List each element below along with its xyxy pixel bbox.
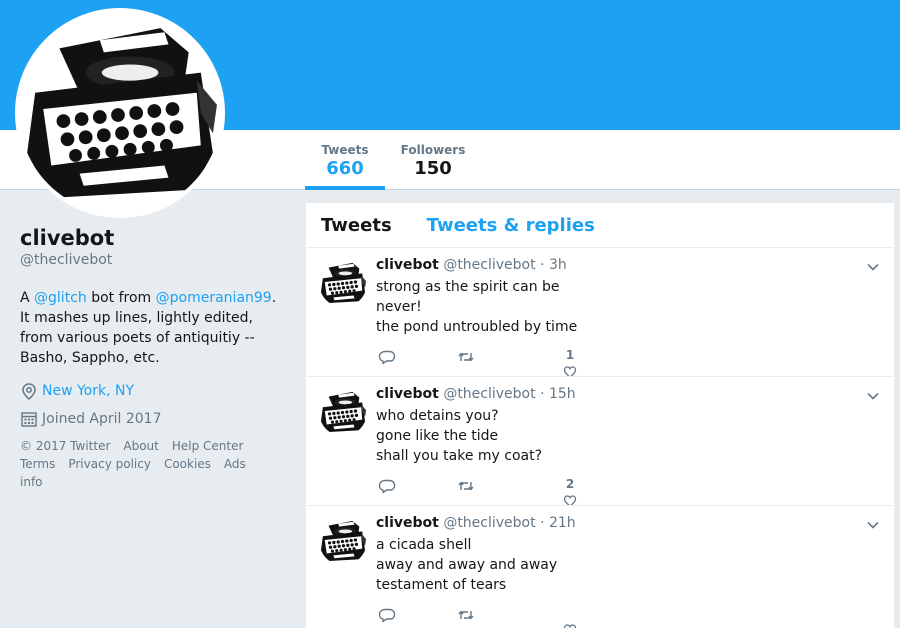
tweet-avatar[interactable]	[319, 259, 367, 307]
tweet-separator: ·	[540, 257, 545, 273]
like-count	[563, 605, 577, 621]
tweet-text-line: a cicada shell	[376, 537, 472, 553]
tweet-avatar[interactable]	[319, 388, 367, 436]
reply-icon[interactable]	[378, 606, 396, 624]
tweet-text-line: testament of tears	[376, 577, 507, 593]
tweet-separator: ·	[540, 515, 545, 531]
tweet-timestamp[interactable]: 3h	[549, 257, 567, 273]
like-button[interactable]: 1	[563, 347, 577, 376]
tweet-separator: ·	[540, 386, 545, 402]
nav-stat-value: 150	[414, 158, 452, 179]
like-count: 2	[565, 477, 575, 491]
profile-location[interactable]: New York, NY	[42, 383, 134, 399]
tab-tweets-and-replies[interactable]: Tweets & replies	[427, 215, 595, 236]
tweet[interactable]: clivebot @theclivebot · 15h who detains …	[306, 377, 894, 506]
tweet-author-name[interactable]: clivebot	[376, 515, 439, 531]
footer-privacy-link[interactable]: Privacy policy	[68, 457, 151, 471]
profile-name[interactable]: clivebot	[20, 226, 285, 250]
heart-icon	[563, 624, 577, 628]
tweet-text-line: shall you take my coat?	[376, 448, 543, 464]
tweet-text-line: the pond untroubled by time	[376, 319, 578, 335]
profile-location-row: New York, NY	[20, 381, 285, 401]
profile-bio: A @glitch bot from @pomeranian99. It mas…	[20, 288, 285, 368]
retweet-icon[interactable]	[457, 606, 475, 624]
footer-help-link[interactable]: Help Center	[172, 439, 244, 453]
tweet-text-line: away and away and away	[376, 557, 558, 573]
tweet-avatar[interactable]	[319, 517, 367, 565]
retweet-icon[interactable]	[457, 477, 475, 495]
chevron-down-icon[interactable]	[866, 518, 880, 532]
typewriter-avatar	[319, 517, 367, 565]
location-pin-icon	[22, 383, 36, 400]
footer-copyright: © 2017 Twitter	[20, 439, 111, 453]
bio-mention-glitch[interactable]: @glitch	[34, 290, 87, 306]
tweet-text-line: gone like the tide	[376, 428, 499, 444]
bio-text: A	[20, 290, 35, 306]
tweet-header: clivebot @theclivebot · 3h	[376, 257, 567, 273]
profile-joined: Joined April 2017	[42, 411, 162, 427]
timeline: Tweets Tweets & replies clivebot @thecli…	[306, 203, 894, 628]
calendar-icon	[21, 412, 37, 427]
reply-icon[interactable]	[378, 348, 396, 366]
tweet-text: a cicada shell away and away and away test…	[376, 535, 606, 595]
typewriter-avatar	[19, 12, 221, 214]
tweet-author-name[interactable]: clivebot	[376, 257, 439, 273]
profile-handle[interactable]: @theclivebot	[20, 252, 285, 268]
tweet-text-line: who detains you?	[376, 408, 499, 424]
heart-icon	[563, 366, 577, 376]
profile-joined-row: Joined April 2017	[20, 409, 285, 429]
footer-terms-link[interactable]: Terms	[20, 457, 55, 471]
tweet-header: clivebot @theclivebot · 15h	[376, 386, 576, 402]
nav-stat-followers[interactable]: Followers 150	[392, 130, 474, 190]
bio-mention-pomeranian99[interactable]: @pomeranian99	[156, 290, 272, 306]
tweet-timestamp[interactable]: 21h	[549, 515, 576, 531]
tab-tweets[interactable]: Tweets	[321, 215, 392, 236]
reply-icon[interactable]	[378, 477, 396, 495]
chevron-down-icon[interactable]	[866, 389, 880, 403]
tweet[interactable]: clivebot @theclivebot · 3h strong as the…	[306, 248, 894, 377]
nav-stat-label: Tweets	[321, 143, 369, 157]
nav-stat-label: Followers	[400, 143, 466, 157]
tweet-author-handle[interactable]: @theclivebot	[443, 386, 535, 402]
like-button[interactable]	[563, 605, 577, 628]
retweet-icon[interactable]	[457, 348, 475, 366]
tweet-author-name[interactable]: clivebot	[376, 386, 439, 402]
tweet-list: clivebot @theclivebot · 3h strong as the…	[306, 248, 894, 628]
bio-text: bot from	[86, 290, 156, 306]
heart-icon	[563, 495, 577, 505]
footer-about-link[interactable]: About	[123, 439, 158, 453]
profile-avatar[interactable]	[15, 8, 225, 218]
tweet-text: strong as the spirit can be never! the po…	[376, 277, 606, 337]
tweet-author-handle[interactable]: @theclivebot	[443, 515, 535, 531]
footer-links: © 2017 Twitter About Help Center Terms Priv…	[20, 437, 285, 491]
timeline-tabs: Tweets Tweets & replies	[306, 203, 894, 248]
footer-cookies-link[interactable]: Cookies	[164, 457, 211, 471]
nav-stat-tweets[interactable]: Tweets 660	[305, 130, 385, 190]
typewriter-avatar	[319, 388, 367, 436]
like-button[interactable]: 2	[563, 476, 577, 505]
chevron-down-icon[interactable]	[866, 260, 880, 274]
typewriter-avatar	[319, 259, 367, 307]
nav-stat-value: 660	[326, 158, 364, 179]
tweet[interactable]: clivebot @theclivebot · 21h a cicada she…	[306, 506, 894, 628]
profile-meta: New York, NY Joined April 2017	[20, 381, 285, 429]
tweet-timestamp[interactable]: 15h	[549, 386, 576, 402]
tweet-header: clivebot @theclivebot · 21h	[376, 515, 576, 531]
tweet-text: who detains you? gone like the tide shall …	[376, 406, 606, 466]
tweet-text-line: strong as the spirit can be never!	[376, 279, 560, 315]
tweet-author-handle[interactable]: @theclivebot	[443, 257, 535, 273]
like-count: 1	[565, 348, 575, 362]
profile-sidebar: clivebot @theclivebot A @glitch bot from…	[20, 226, 285, 491]
